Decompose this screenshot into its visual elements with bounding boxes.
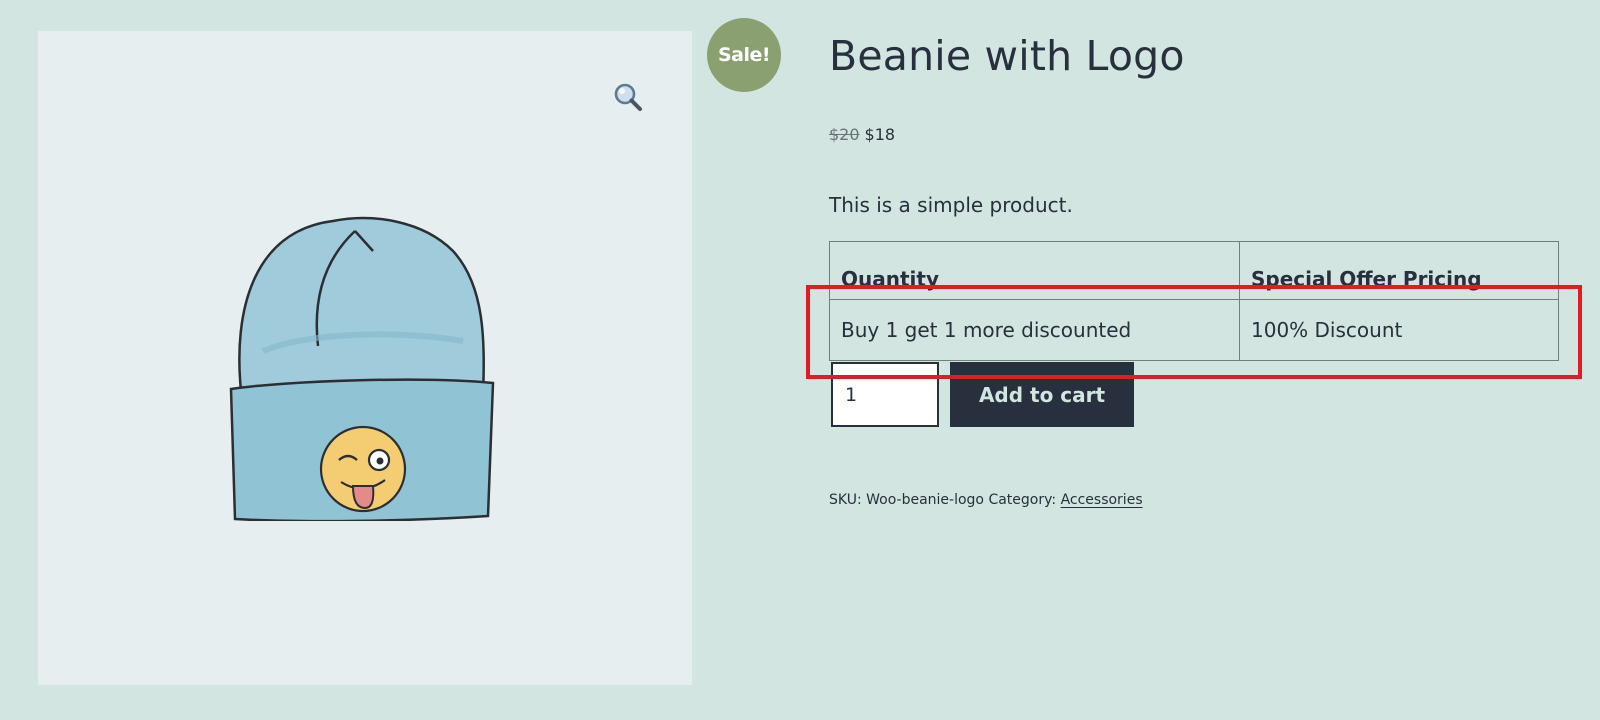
special-offer-table: Quantity Special Offer Pricing Buy 1 get… [829,241,1559,361]
beanie-product-image[interactable] [223,191,503,521]
product-price: $20 $18 [829,125,895,144]
short-description: This is a simple product. [829,193,1073,217]
category-link[interactable]: Accessories [1061,492,1143,508]
table-row: Buy 1 get 1 more discounted 100% Discoun… [829,299,1559,361]
add-to-cart-button[interactable]: Add to cart [950,362,1134,427]
offer-quantity-cell: Buy 1 get 1 more discounted [829,299,1240,361]
sku-value: Woo-beanie-logo [866,492,984,508]
sale-badge: Sale! [707,18,781,92]
header-special-offer-pricing: Special Offer Pricing [1239,241,1559,300]
product-title: Beanie with Logo [829,32,1185,80]
product-summary: Beanie with Logo $20 $18 This is a simple… [829,26,1559,508]
magnifier-icon[interactable] [612,81,646,115]
sale-price: $18 [864,125,896,144]
add-to-cart-form: Add to cart [831,362,1134,427]
product-image-panel [38,31,692,685]
header-quantity: Quantity [829,241,1240,300]
product-meta: SKU: Woo-beanie-logo Category: Accessori… [829,492,1143,508]
quantity-input[interactable] [831,362,939,427]
sku-label: SKU: [829,492,862,508]
offer-pricing-cell: 100% Discount [1239,299,1559,361]
category-label: Category: [988,492,1057,508]
table-header-row: Quantity Special Offer Pricing [829,241,1559,300]
regular-price: $20 [829,125,860,144]
